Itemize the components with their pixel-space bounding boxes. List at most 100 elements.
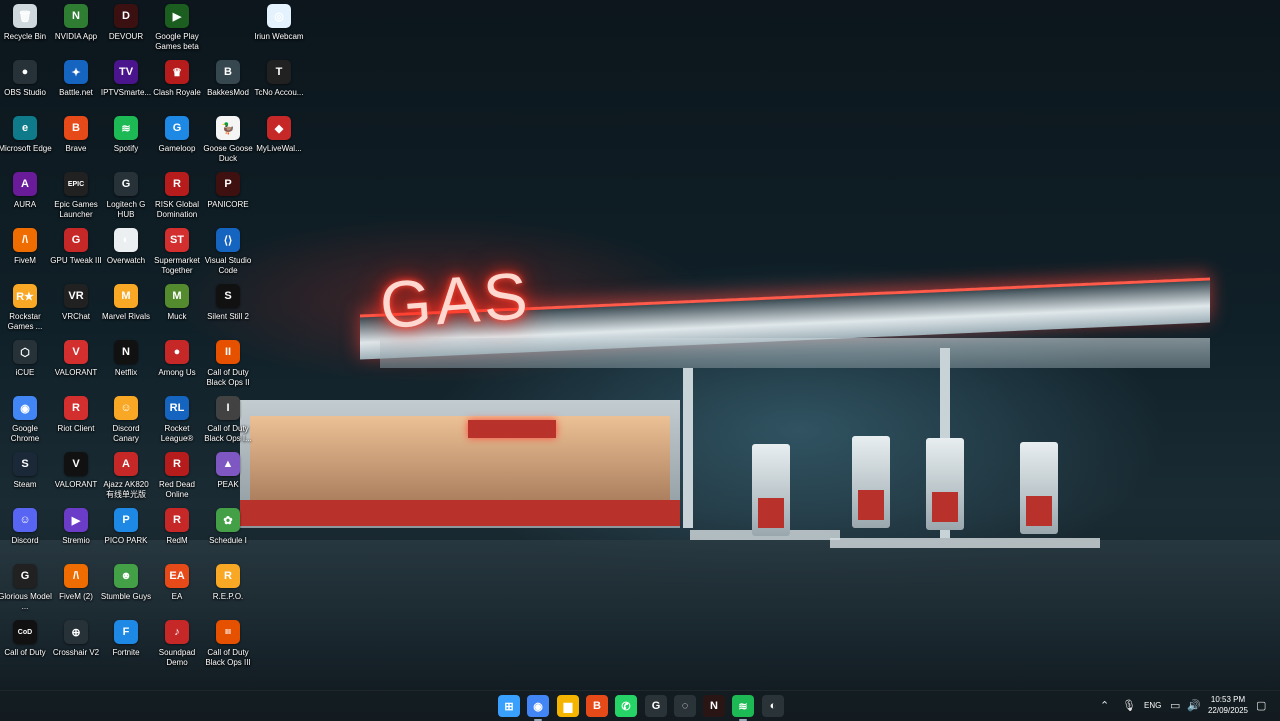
desktop-shortcut[interactable]: S Silent Still 2 (201, 284, 255, 322)
desktop-shortcut[interactable]: ✦ Battle.net (49, 60, 103, 98)
desktop-shortcut[interactable]: T TcNo Accou... (252, 60, 306, 98)
desktop-shortcut[interactable]: ◐ Overwatch (99, 228, 153, 266)
desktop-shortcut[interactable]: VR VRChat (49, 284, 103, 322)
volume-icon[interactable]: 🔊 (1187, 699, 1201, 712)
panicore-icon: P (216, 172, 240, 196)
desktop-shortcut[interactable]: ⬡ iCUE (0, 340, 52, 378)
whatsapp-icon: ✆ (621, 700, 631, 713)
desktop-shortcut[interactable]: EA EA (150, 564, 204, 602)
gas-neon-sign: GAS (377, 257, 534, 343)
discord-icon: ☺ (13, 508, 37, 532)
desktop-shortcut[interactable]: G GPU Tweak III (49, 228, 103, 266)
network-icon[interactable]: ▭ (1170, 699, 1180, 712)
desktop-shortcut[interactable]: ⟨⟩ Visual Studio Code (201, 228, 255, 276)
taskbar-logitech[interactable]: G (645, 695, 667, 717)
desktop-shortcut-label: Fortnite (112, 648, 140, 657)
rockstar-icon: R★ (13, 284, 37, 308)
desktop-shortcut[interactable]: ♛ Clash Royale (150, 60, 204, 98)
desktop-shortcut[interactable]: R★ Rockstar Games ... (0, 284, 52, 332)
desktop-shortcut[interactable]: B Brave (49, 116, 103, 154)
desktop-shortcut[interactable]: B BakkesMod (201, 60, 255, 98)
desktop-shortcut[interactable]: ☺ Discord Canary (99, 396, 153, 444)
desktop-shortcut[interactable]: G Glorious Model ... (0, 564, 52, 612)
desktop-shortcut[interactable]: ♪ Soundpad Demo (150, 620, 204, 668)
desktop-shortcut[interactable]: ▶ Google Play Games beta (150, 4, 204, 52)
language-indicator[interactable]: ENG (1144, 701, 1161, 710)
desktop-shortcut[interactable]: R Riot Client (49, 396, 103, 434)
show-hidden-icons-chevron-icon[interactable]: ⌃ (1100, 699, 1109, 712)
desktop-shortcut[interactable]: /\ FiveM (0, 228, 52, 266)
taskbar-overwatch[interactable]: ◐ (762, 695, 784, 717)
desktop-shortcut[interactable]: G Logitech G HUB (99, 172, 153, 220)
desktop-shortcut[interactable]: M Muck (150, 284, 204, 322)
desktop-shortcut[interactable]: R RISK Global Domination (150, 172, 204, 220)
desktop-shortcut[interactable]: ● OBS Studio (0, 60, 52, 98)
desktop-shortcut[interactable]: 🗑 Recycle Bin (0, 4, 52, 42)
desktop-shortcut[interactable]: ☻ Stumble Guys (99, 564, 153, 602)
desktop-shortcut[interactable]: II Call of Duty Black Ops II (201, 340, 255, 388)
desktop-shortcut[interactable]: A AURA (0, 172, 52, 210)
epic-games-icon: EPIC (64, 172, 88, 196)
desktop-shortcut[interactable]: R RedM (150, 508, 204, 546)
desktop-shortcut[interactable]: III Call of Duty Black Ops III (201, 620, 255, 668)
desktop-shortcut[interactable]: A Ajazz AK820 有线单光版 (99, 452, 153, 500)
desktop-shortcut[interactable]: ▲ PEAK (201, 452, 255, 490)
taskbar-chrome[interactable]: ◉ (527, 695, 549, 721)
desktop-shortcut-label: Recycle Bin (3, 32, 47, 41)
taskbar-brave[interactable]: B (586, 695, 608, 717)
microphone-icon[interactable]: 🎙 (1122, 699, 1136, 712)
taskbar-whatsapp[interactable]: ✆ (615, 695, 637, 717)
desktop-shortcut[interactable]: ◎ Iriun Webcam (252, 4, 306, 42)
recycle-bin-icon: 🗑 (13, 4, 37, 28)
desktop-shortcut[interactable]: P PICO PARK (99, 508, 153, 546)
desktop-shortcut[interactable]: N Netflix (99, 340, 153, 378)
desktop-shortcut[interactable]: ✿ Schedule I (201, 508, 255, 546)
start-button[interactable]: ⊞ (498, 695, 520, 717)
desktop-shortcut-label: Call of Duty Black Ops I... (204, 424, 252, 443)
desktop-shortcut[interactable]: ◉ Google Chrome (0, 396, 52, 444)
desktop-shortcut-label: Epic Games Launcher (54, 200, 98, 219)
clash-royale-icon: ♛ (165, 60, 189, 84)
desktop-shortcut[interactable]: F Fortnite (99, 620, 153, 658)
desktop-shortcut[interactable]: M Marvel Rivals (99, 284, 153, 322)
desktop-shortcut[interactable]: V VALORANT (49, 452, 103, 490)
ajazz-icon: A (114, 452, 138, 476)
desktop-shortcut[interactable]: V VALORANT (49, 340, 103, 378)
desktop-shortcut-label: FiveM (14, 256, 36, 265)
desktop-shortcut[interactable]: D DEVOUR (99, 4, 153, 42)
desktop-shortcut-label: Supermarket Together (154, 256, 200, 275)
desktop-shortcut[interactable]: G Gameloop (150, 116, 204, 154)
desktop-shortcut[interactable]: I Call of Duty Black Ops I... (201, 396, 255, 444)
taskbar-spotify[interactable]: ≋ (732, 695, 754, 721)
desktop-shortcut[interactable]: S Steam (0, 452, 52, 490)
taskbar-netflix[interactable]: N (703, 695, 725, 717)
desktop-shortcut[interactable]: R R.E.P.O. (201, 564, 255, 602)
brave-icon: B (593, 700, 601, 712)
desktop-shortcut[interactable]: ☺ Discord (0, 508, 52, 546)
desktop-shortcut[interactable]: EPIC Epic Games Launcher (49, 172, 103, 220)
desktop-shortcut[interactable]: R Red Dead Online (150, 452, 204, 500)
desktop-shortcut[interactable]: ST Supermarket Together (150, 228, 204, 276)
taskbar-crosshair[interactable]: ◌ (674, 695, 696, 717)
taskbar-file-explorer[interactable]: ▆ (557, 695, 579, 717)
desktop-shortcut-label: Discord (11, 536, 39, 545)
desktop-shortcut-label: TcNo Accou... (254, 88, 304, 97)
notification-icon[interactable]: ▢ (1256, 699, 1266, 712)
desktop-shortcut[interactable]: ● Among Us (150, 340, 204, 378)
vrchat-icon: VR (64, 284, 88, 308)
taskbar-clock[interactable]: 10:53 PM 22/09/2025 (1200, 694, 1256, 716)
stumble-guys-icon: ☻ (114, 564, 138, 588)
desktop-shortcut[interactable]: ◆ MyLiveWal... (252, 116, 306, 154)
desktop-shortcut[interactable]: /\ FiveM (2) (49, 564, 103, 602)
desktop-shortcut[interactable]: N NVIDIA App (49, 4, 103, 42)
desktop-shortcut[interactable]: e Microsoft Edge (0, 116, 52, 154)
desktop-shortcut[interactable]: CoD Call of Duty (0, 620, 52, 658)
desktop-shortcut[interactable]: ▶ Stremio (49, 508, 103, 546)
desktop-shortcut[interactable]: P PANICORE (201, 172, 255, 210)
desktop-shortcut[interactable]: RL Rocket League® (150, 396, 204, 444)
desktop-shortcut[interactable]: TV IPTVSmarte... (99, 60, 153, 98)
desktop-shortcut[interactable]: ⊕ Crosshair V2 (49, 620, 103, 658)
fortnite-icon: F (114, 620, 138, 644)
desktop-shortcut[interactable]: 🦆 Goose Goose Duck (201, 116, 255, 164)
desktop-shortcut[interactable]: ≋ Spotify (99, 116, 153, 154)
